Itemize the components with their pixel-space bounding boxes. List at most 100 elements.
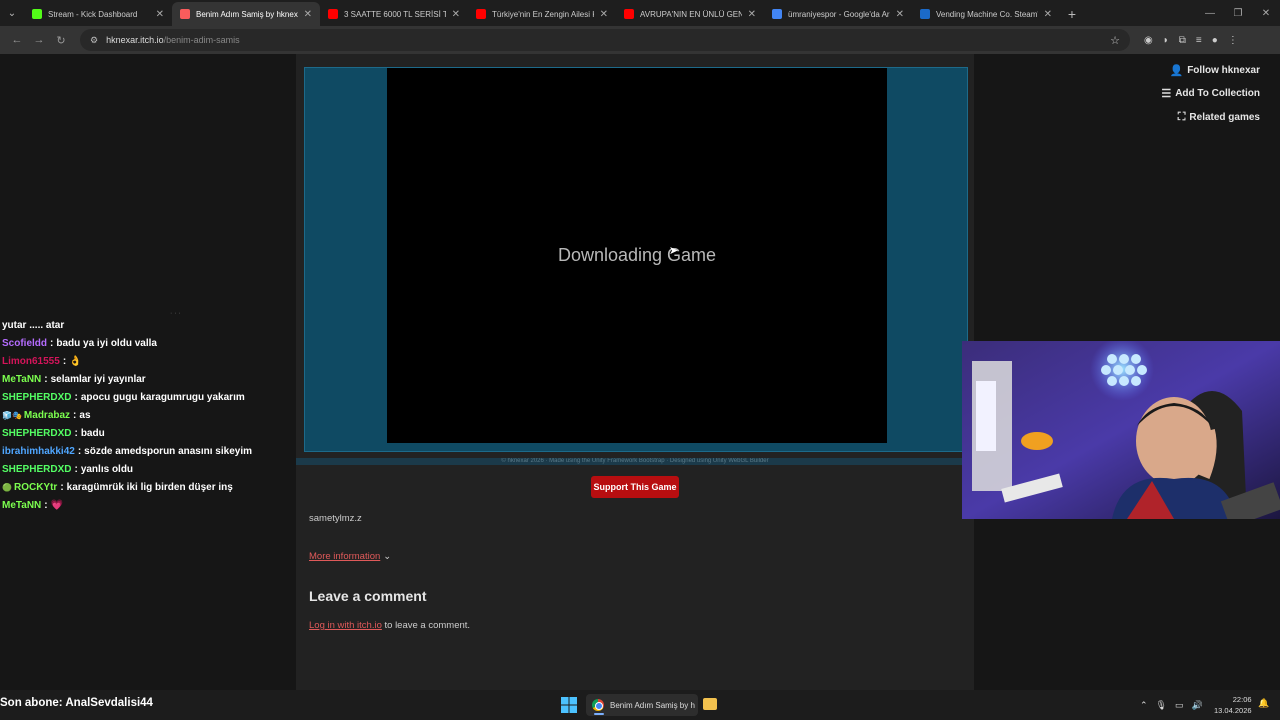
restore-icon[interactable]: ❐ — [1224, 0, 1252, 26]
chat-message: MeTaNN: selamlar iyi yayınlar — [0, 370, 296, 388]
clock-time: 22:06 — [1232, 695, 1252, 704]
chat-separator: : — [74, 464, 78, 476]
chat-badge-icon: 🧊🎭 — [2, 411, 22, 421]
tab-favicon-icon — [624, 9, 634, 19]
support-game-button[interactable]: Support This Game — [591, 476, 679, 498]
extension-icon[interactable]: ◗ — [1163, 35, 1169, 46]
url-path: /benim-adim-samis — [163, 35, 240, 45]
tab-search-button[interactable]: ⌄ — [0, 0, 24, 26]
chat-separator: : — [44, 500, 48, 512]
tab-close-icon[interactable]: ✕ — [748, 9, 756, 20]
browser-tab[interactable]: Stream - Kick Dashboard ✕ — [24, 2, 172, 26]
file-explorer-icon[interactable] — [703, 698, 717, 710]
microphone-icon[interactable]: 🎙 — [1156, 700, 1167, 711]
chat-message: SHEPHERDXD: badu — [0, 425, 296, 443]
comment-heading: Leave a comment — [309, 588, 427, 604]
game-canvas[interactable]: Downloading Game — [387, 68, 887, 443]
back-button[interactable]: ← — [6, 29, 28, 51]
new-tab-button[interactable]: + — [1060, 2, 1084, 26]
login-link[interactable]: Log in with itch.io — [309, 620, 382, 631]
chat-username: MeTaNN — [2, 500, 42, 512]
minimize-icon[interactable]: — — [1196, 0, 1224, 26]
browser-tab[interactable]: 3 SAATTE 6000 TL SERİSİ TARSU ✕ — [320, 2, 468, 26]
chat-username: Limon61555 — [2, 355, 60, 367]
chat-text: selamlar iyi yayınlar — [50, 373, 146, 385]
notification-icon[interactable]: 🔔 — [1258, 698, 1269, 709]
profile-icon[interactable]: ● — [1212, 35, 1218, 46]
stream-chat-overlay: · · · yutar ..... atar Scofieldd: badu ya … — [0, 310, 296, 515]
tab-close-icon[interactable]: ✕ — [452, 9, 460, 20]
menu-icon[interactable]: ⋮ — [1228, 35, 1238, 46]
tab-title: Vending Machine Co. Steam'de — [936, 9, 1038, 19]
taskbar-clock[interactable]: 22:06 13.04.2026 — [1214, 694, 1252, 716]
windows-start-icon[interactable] — [561, 697, 577, 713]
browser-tab[interactable]: Vending Machine Co. Steam'de ✕ — [912, 2, 1060, 26]
extension-icon[interactable]: ◉ — [1144, 35, 1153, 46]
browser-tab[interactable]: Benim Adım Samiş by hknexar ✕ — [172, 2, 320, 26]
chat-username: MeTaNN — [2, 373, 42, 385]
tab-close-icon[interactable]: ✕ — [156, 9, 164, 20]
add-user-icon: 👤 — [1169, 64, 1184, 77]
taskbar-chrome-app[interactable]: Benim Adım Samiş by h — [586, 694, 698, 716]
puzzle-icon[interactable]: ⧉ — [1179, 35, 1186, 46]
playlist-add-icon: ☰ — [1161, 87, 1172, 100]
more-information-link[interactable]: More information ⌄ — [309, 551, 391, 562]
tab-close-icon[interactable]: ✕ — [304, 9, 312, 20]
media-icon[interactable]: ≡ — [1196, 35, 1202, 46]
chat-message: MeTaNN: 💗 — [0, 497, 296, 515]
chat-separator: : — [60, 482, 64, 494]
more-information-label: More information — [309, 551, 381, 562]
bookmark-star-icon[interactable]: ☆ — [1110, 34, 1120, 47]
tab-favicon-icon — [32, 9, 42, 19]
network-icon[interactable]: ▭ — [1175, 700, 1184, 711]
browser-tab[interactable]: ümraniyespor - Google'da Ara ✕ — [764, 2, 912, 26]
chat-text: as — [79, 410, 91, 422]
tab-favicon-icon — [920, 9, 930, 19]
volume-icon[interactable]: 🔊 — [1192, 700, 1203, 711]
browser-tab[interactable]: AVRUPA'NIN EN ÜNLÜ GENELEV ✕ — [616, 2, 764, 26]
chat-username: SHEPHERDXD — [2, 464, 72, 476]
tab-title: Türkiye'nin En Zengin Ailesi Kim — [492, 9, 594, 19]
chat-username: ibrahimhakki42 — [2, 446, 75, 458]
chat-text: yutar ..... atar — [2, 319, 65, 331]
chat-message: 🟢 ROCKYtr: karagümrük iki lig birden düşer… — [0, 479, 296, 497]
chat-separator: : — [74, 391, 78, 403]
tab-favicon-icon — [476, 9, 486, 19]
tab-close-icon[interactable]: ✕ — [1044, 9, 1052, 20]
chat-text: yanlıs oldu — [80, 464, 134, 476]
follow-label: Follow hknexar — [1187, 64, 1260, 76]
site-info-icon[interactable]: ⚙ — [90, 35, 98, 46]
map-icon: ⛶ — [1177, 110, 1186, 123]
reload-button[interactable]: ↻ — [50, 29, 72, 51]
chat-message: yutar ..... atar — [0, 316, 296, 334]
chat-text: apocu gugu karagumrugu yakarım — [80, 391, 245, 403]
chat-text: 👌 — [69, 355, 82, 367]
chat-username: SHEPHERDXD — [2, 428, 72, 440]
add-to-collection-button[interactable]: ☰ Add To Collection — [1161, 84, 1260, 102]
chat-message: Limon61555: 👌 — [0, 352, 296, 370]
tab-favicon-icon — [328, 9, 338, 19]
browser-tab[interactable]: Türkiye'nin En Zengin Ailesi Kim ✕ — [468, 2, 616, 26]
chat-text: 💗 — [50, 500, 64, 512]
last-subscriber-label: Son abone: AnalSevdalisi44 — [0, 697, 153, 709]
chat-separator: : — [50, 337, 54, 349]
url-host: hknexar.itch.io — [106, 35, 164, 45]
chat-username: SHEPHERDXD — [2, 391, 72, 403]
comment-login-line: Log in with itch.io to leave a comment. — [309, 620, 470, 631]
forward-button[interactable]: → — [28, 29, 50, 51]
chrome-icon — [592, 699, 604, 711]
chat-message: SHEPHERDXD: apocu gugu karagumrugu yakarı… — [0, 388, 296, 406]
tab-close-icon[interactable]: ✕ — [896, 9, 904, 20]
tab-favicon-icon — [180, 9, 190, 19]
chat-message: Scofieldd: badu ya iyi oldu valla — [0, 334, 296, 352]
related-games-button[interactable]: ⛶ Related games — [1178, 108, 1260, 126]
collection-label: Add To Collection — [1175, 87, 1260, 99]
address-bar[interactable]: ⚙ hknexar.itch.io /benim-adim-samis ☆ — [80, 29, 1130, 51]
tab-close-icon[interactable]: ✕ — [600, 9, 608, 20]
chat-username: Scofieldd — [2, 337, 48, 349]
tab-title: 3 SAATTE 6000 TL SERİSİ TARSU — [344, 9, 446, 19]
close-window-icon[interactable]: ✕ — [1252, 0, 1280, 26]
chevron-up-icon[interactable]: ⌃ — [1140, 700, 1148, 711]
follow-button[interactable]: 👤 Follow hknexar — [1170, 61, 1261, 79]
tab-title: Benim Adım Samiş by hknexar — [196, 9, 298, 19]
